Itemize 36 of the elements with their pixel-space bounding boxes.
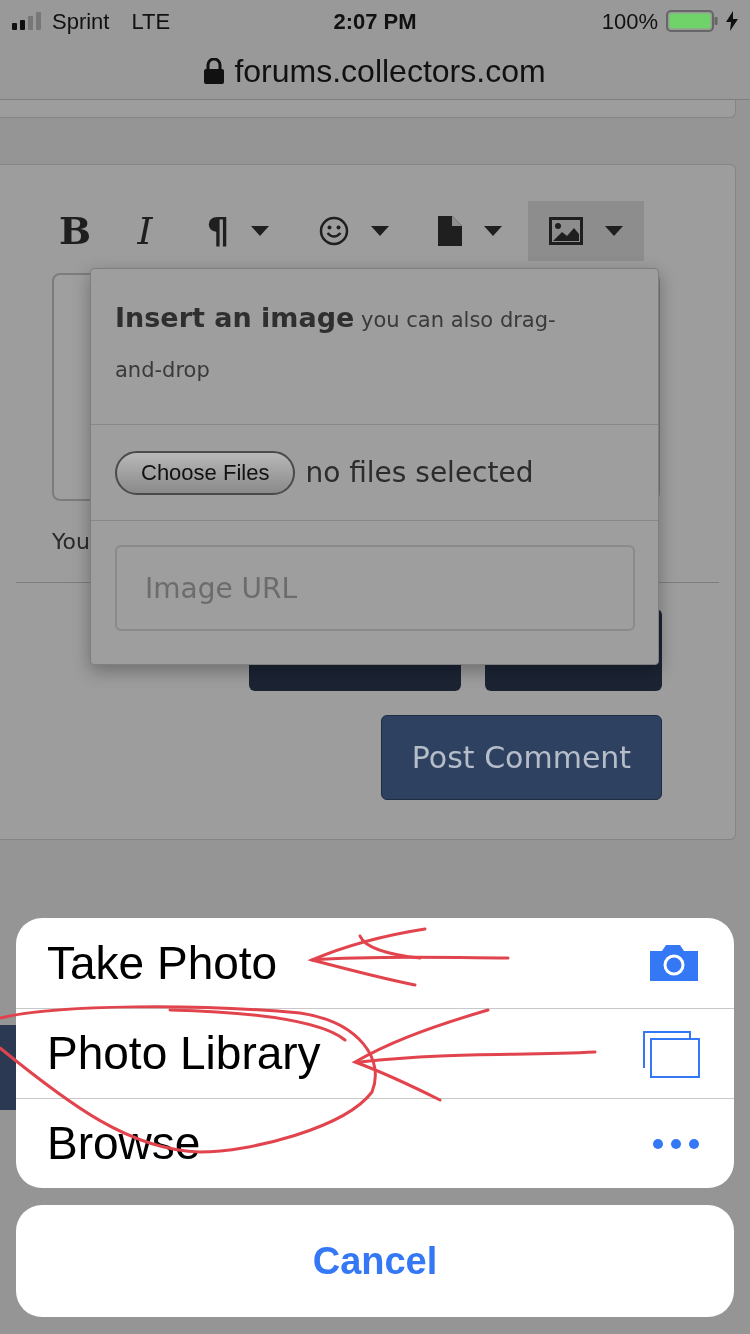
toolbar-button[interactable]: I bbox=[110, 201, 180, 261]
caret-icon bbox=[484, 226, 502, 236]
toolbar-button[interactable]: B bbox=[40, 201, 110, 261]
side-button[interactable] bbox=[0, 1025, 16, 1110]
action-sheet-item[interactable]: Browse bbox=[16, 1098, 734, 1188]
network-label: LTE bbox=[131, 7, 171, 36]
action-sheet-item[interactable]: Photo Library bbox=[16, 1008, 734, 1098]
bold-label: B bbox=[58, 212, 92, 250]
smiley-icon bbox=[319, 216, 349, 246]
file-icon bbox=[438, 216, 462, 246]
caret-icon bbox=[371, 226, 389, 236]
photo-stack-icon bbox=[642, 1029, 700, 1078]
caret-icon bbox=[605, 226, 623, 236]
signal-icon bbox=[12, 12, 42, 30]
url-label[interactable]: forums.collectors.com bbox=[234, 46, 546, 95]
image-icon bbox=[549, 217, 583, 245]
post-comment-button[interactable]: Post Comment bbox=[381, 715, 662, 800]
file-status-label: no files selected bbox=[305, 454, 534, 491]
carrier-label: Sprint bbox=[52, 7, 110, 36]
toolbar-button[interactable]: ¶ bbox=[180, 201, 296, 261]
lock-icon bbox=[204, 57, 225, 84]
caret-icon bbox=[251, 226, 270, 236]
toolbar-button[interactable] bbox=[528, 201, 644, 261]
paragraph-label: ¶ bbox=[206, 213, 230, 249]
choose-files-button[interactable]: Choose Files bbox=[115, 450, 296, 495]
action-sheet-item[interactable]: Take Photo bbox=[16, 918, 734, 1008]
camera-icon bbox=[648, 943, 700, 983]
battery-label: 100% bbox=[601, 7, 658, 36]
cancel-button[interactable]: Cancel bbox=[16, 1205, 734, 1317]
charging-icon bbox=[726, 11, 738, 31]
battery-icon bbox=[666, 10, 718, 32]
editor-note: You bbox=[52, 528, 91, 556]
italic-label: I bbox=[137, 212, 153, 250]
popup-title: Insert an image you can also drag-and-drop bbox=[115, 301, 557, 384]
more-icon bbox=[652, 1137, 700, 1150]
time-label: 2:07 PM bbox=[332, 7, 418, 36]
